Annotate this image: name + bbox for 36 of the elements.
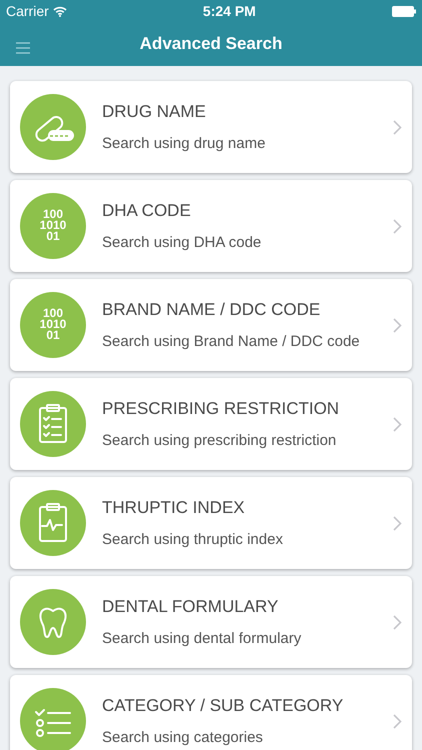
search-option-card[interactable]: 100 1010 01 DHA CODE Search using DHA code	[10, 180, 412, 272]
search-option-card[interactable]: 100 1010 01 BRAND NAME / DDC CODE Search using Brand Name / DDC code	[10, 279, 412, 371]
option-description: Search using DHA code	[102, 232, 262, 252]
option-title: DENTAL FORMULARY	[102, 596, 280, 618]
option-description: Search using Brand Name / DDC code	[102, 332, 361, 352]
option-title: THRUPTIC INDEX	[102, 497, 246, 519]
chevron-icon	[393, 714, 402, 728]
chevron-icon	[393, 218, 402, 234]
option-title: DHA CODE	[102, 200, 192, 222]
option-title: DRUG NAME	[102, 101, 207, 123]
option-description: Search using prescribing restriction	[102, 430, 338, 450]
search-option-card[interactable]: PRESCRIBING RESTRICTION Search using prescribing restriction	[10, 378, 412, 470]
chevron-icon	[393, 516, 402, 530]
menu-icon[interactable]	[16, 42, 30, 54]
search-option-card[interactable]: THRUPTIC INDEX Search using thruptic index	[10, 477, 412, 569]
screen-title: Advanced Search	[140, 33, 282, 56]
search-option-card[interactable]: DRUG NAME Search using drug name	[10, 81, 412, 173]
clock-time: 5:24 PM	[202, 2, 256, 20]
option-description: Search using dental formulary	[102, 628, 302, 648]
carrier-label: Carrier	[6, 2, 49, 20]
search-option-card[interactable]: CATEGORY / SUB CATEGORY Search using categories	[10, 675, 412, 750]
option-description: Search using categories	[102, 728, 264, 748]
chevron-icon	[393, 416, 402, 432]
option-title: BRAND NAME / DDC CODE	[102, 299, 322, 321]
chevron-icon	[393, 614, 402, 630]
chevron-icon	[393, 318, 402, 332]
wifi-icon	[52, 6, 67, 16]
binary-icon: 100 1010 01	[20, 193, 86, 259]
chevron-icon	[393, 120, 402, 134]
binary-icon: 100 1010 01	[20, 292, 86, 358]
option-title: PRESCRIBING RESTRICTION	[102, 398, 340, 420]
option-description: Search using thruptic index	[102, 530, 284, 550]
option-title: CATEGORY / SUB CATEGORY	[102, 695, 344, 717]
search-option-card[interactable]: DENTAL FORMULARY Search using dental formulary	[10, 576, 412, 668]
option-description: Search using drug name	[102, 134, 266, 154]
battery-icon	[392, 6, 416, 16]
